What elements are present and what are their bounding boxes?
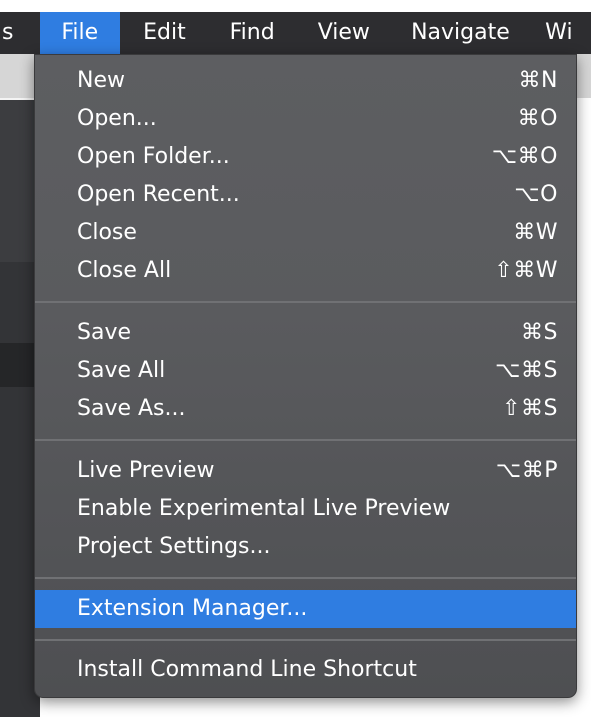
menu-item-install-command-line-shortcut[interactable]: Install Command Line Shortcut — [35, 651, 576, 689]
menu-item-shortcut: ⌘N — [518, 68, 558, 93]
menubar-item-edit[interactable]: Edit — [120, 12, 210, 54]
menu-item-open[interactable]: Open... ⌘O — [35, 100, 576, 138]
menu-item-shortcut: ⇧⌘W — [494, 258, 558, 283]
menu-item-label: Save — [77, 320, 132, 345]
menu-item-enable-experimental-live-preview[interactable]: Enable Experimental Live Preview — [35, 490, 576, 528]
menu-item-label: New — [77, 68, 125, 93]
menu-item-close[interactable]: Close ⌘W — [35, 214, 576, 252]
menubar-item-partial-left[interactable]: s — [0, 12, 40, 54]
menu-separator — [35, 301, 576, 303]
menubar-item-view[interactable]: View — [295, 12, 393, 54]
menubar-item-window-partial[interactable]: Wi — [528, 12, 591, 54]
menu-item-label: Open Recent... — [77, 182, 240, 207]
file-menu-dropdown: New ⌘N Open... ⌘O Open Folder... ⌥⌘O Ope… — [34, 54, 577, 698]
menu-item-label: Project Settings... — [77, 534, 271, 559]
menu-item-save-as[interactable]: Save As... ⇧⌘S — [35, 390, 576, 428]
menu-item-label: Extension Manager... — [77, 596, 308, 621]
menu-item-label: Close All — [77, 258, 172, 283]
menu-item-shortcut: ⇧⌘S — [502, 396, 558, 421]
menu-separator — [35, 439, 576, 441]
menu-item-live-preview[interactable]: Live Preview ⌥⌘P — [35, 452, 576, 490]
menubar-item-file[interactable]: File — [39, 12, 120, 54]
menu-item-save[interactable]: Save ⌘S — [35, 314, 576, 352]
menubar-item-navigate[interactable]: Navigate — [393, 12, 529, 54]
menu-item-label: Live Preview — [77, 458, 215, 483]
window-title-strip — [0, 0, 591, 12]
menu-item-shortcut: ⌘O — [517, 106, 558, 131]
menu-item-close-all[interactable]: Close All ⇧⌘W — [35, 252, 576, 290]
screen: s File Edit Find View Navigate Wi New ⌘N… — [0, 0, 591, 717]
menu-item-shortcut: ⌥O — [514, 182, 558, 207]
menu-item-extension-manager[interactable]: Extension Manager... — [35, 590, 576, 628]
menu-item-shortcut: ⌥⌘S — [495, 358, 558, 383]
menu-item-label: Save As... — [77, 396, 186, 421]
menubar-item-find[interactable]: Find — [209, 12, 295, 54]
menu-item-label: Save All — [77, 358, 166, 383]
menu-item-label: Close — [77, 220, 137, 245]
menu-item-shortcut: ⌘W — [513, 220, 558, 245]
menu-item-shortcut: ⌘S — [521, 320, 558, 345]
menu-separator — [35, 577, 576, 579]
menu-item-open-folder[interactable]: Open Folder... ⌥⌘O — [35, 138, 576, 176]
menu-item-label: Open... — [77, 106, 157, 131]
menu-item-shortcut: ⌥⌘O — [491, 144, 558, 169]
menu-separator — [35, 639, 576, 641]
menu-item-new[interactable]: New ⌘N — [35, 62, 576, 100]
menu-item-save-all[interactable]: Save All ⌥⌘S — [35, 352, 576, 390]
menu-bar: s File Edit Find View Navigate Wi — [0, 12, 591, 54]
menu-item-label: Open Folder... — [77, 144, 230, 169]
menu-item-project-settings[interactable]: Project Settings... — [35, 528, 576, 566]
menu-item-label: Install Command Line Shortcut — [77, 657, 417, 682]
menu-item-shortcut: ⌥⌘P — [495, 458, 558, 483]
menu-item-open-recent[interactable]: Open Recent... ⌥O — [35, 176, 576, 214]
menu-item-label: Enable Experimental Live Preview — [77, 496, 451, 521]
